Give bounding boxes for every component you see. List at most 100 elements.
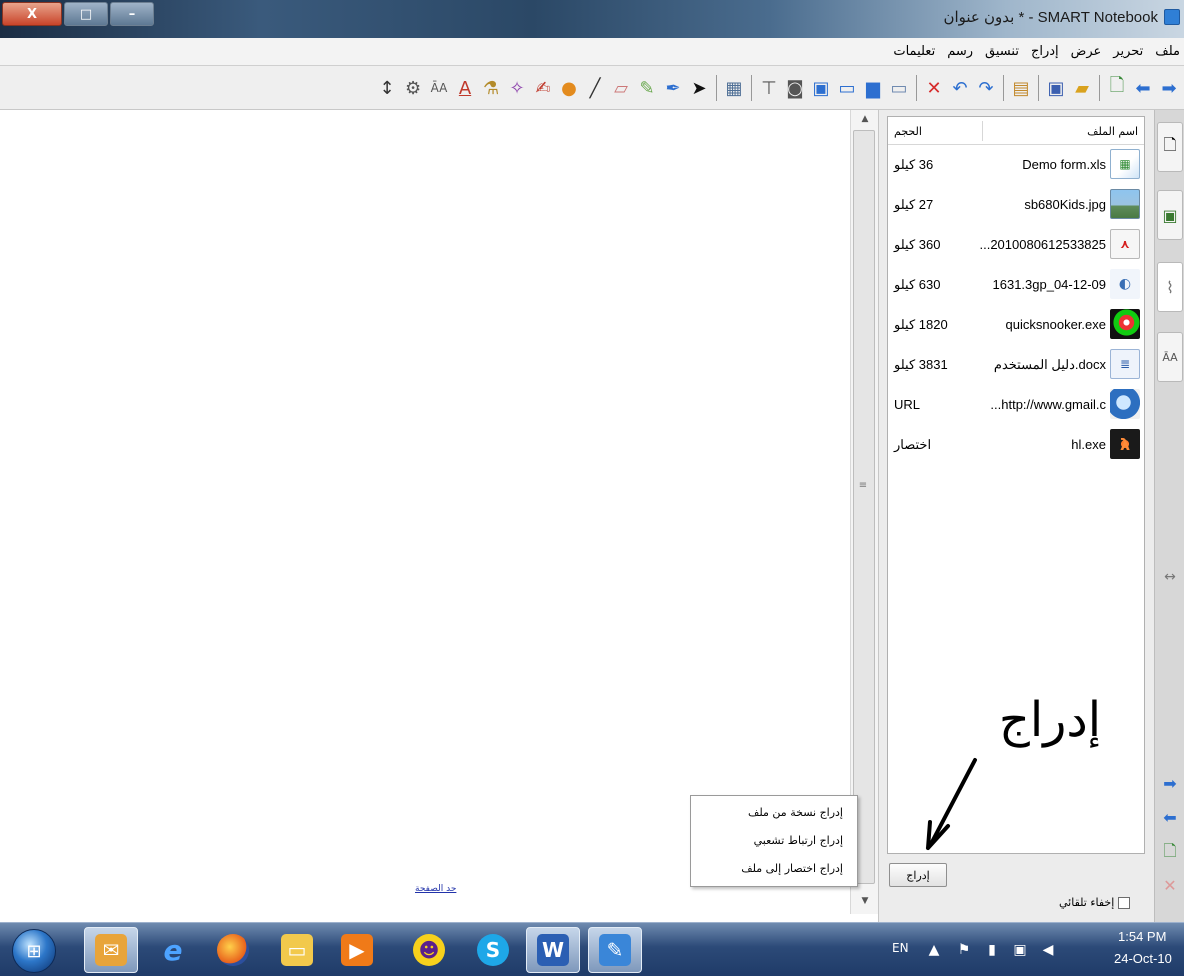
line-icon[interactable]: ╱: [584, 75, 606, 101]
menu-format[interactable]: تنسيق: [985, 44, 1019, 59]
file-size: URL: [894, 397, 921, 412]
show-hidden-icons-icon[interactable]: ▲: [924, 940, 944, 960]
table-icon[interactable]: ⊤: [758, 75, 780, 101]
shape-icon[interactable]: ●: [558, 75, 580, 101]
fill-icon[interactable]: ⚗: [480, 75, 502, 101]
canvas-scrollbar[interactable]: ▲ ≡ ▼: [850, 110, 878, 914]
insert-button[interactable]: إدراج: [889, 863, 947, 887]
word-icon: W: [537, 934, 569, 966]
forward-arrow-icon[interactable]: ➡: [1158, 75, 1180, 101]
column-divider[interactable]: [982, 121, 983, 141]
file-name: 1631.3gp_04-12-09: [992, 277, 1107, 292]
system-tray: EN ▲ ⚑ ▮ ▣ ◀ 1:54 PM 24-Oct-10: [854, 923, 1184, 976]
taskbar-app-word[interactable]: W: [526, 927, 580, 973]
back-arrow-icon[interactable]: ⬅: [1132, 75, 1154, 101]
taskbar-app-yahoo[interactable]: ☻: [402, 927, 456, 973]
list-item[interactable]: quicksnooker.exe 1820 كيلو: [888, 305, 1144, 345]
screen-display-icon[interactable]: ▭: [836, 75, 858, 101]
menu-draw[interactable]: رسم: [947, 44, 973, 59]
menu-insert-hyperlink[interactable]: إدراج ارتباط تشعبي: [691, 828, 857, 852]
file-name: ...2010080612533825: [979, 237, 1106, 252]
magic-pen-icon[interactable]: ✍: [532, 75, 554, 101]
scroll-down-icon[interactable]: ▼: [851, 896, 879, 914]
text-color-icon[interactable]: A: [454, 75, 476, 101]
delete-icon[interactable]: ✕: [923, 75, 945, 101]
start-button[interactable]: ⊞: [12, 929, 56, 973]
menu-view[interactable]: عرض: [1071, 44, 1102, 59]
previous-page-icon[interactable]: ⬅: [1157, 806, 1183, 828]
taskbar-app-ie[interactable]: e: [146, 927, 200, 973]
table-grid-icon[interactable]: ▦: [723, 75, 745, 101]
language-indicator[interactable]: EN: [892, 941, 909, 955]
open-folder-icon[interactable]: ▰: [1071, 75, 1093, 101]
list-item[interactable]: ⋏ ...2010080612533825 360 كيلو: [888, 225, 1144, 265]
minimize-window-button[interactable]: –: [110, 2, 154, 26]
clock-time[interactable]: 1:54 PM: [1118, 929, 1166, 944]
close-window-button[interactable]: X: [2, 2, 62, 26]
scrollbar-thumb[interactable]: [853, 130, 875, 884]
file-name: Demo form.xls: [1022, 157, 1106, 172]
clock-date[interactable]: 24-Oct-10: [1114, 951, 1172, 966]
maximize-window-button[interactable]: □: [64, 2, 108, 26]
list-item[interactable]: sb680Kids.jpg 27 كيلو: [888, 185, 1144, 225]
select-pointer-icon[interactable]: ➤: [688, 75, 710, 101]
undo-icon[interactable]: ↶: [949, 75, 971, 101]
taskbar-app-firefox[interactable]: [206, 927, 260, 973]
properties-icon[interactable]: ĀA: [1157, 332, 1183, 382]
action-center-icon[interactable]: ⚑: [954, 940, 974, 960]
magic-wand-icon[interactable]: ✧: [506, 75, 528, 101]
taskbar-app-explorer[interactable]: ▭: [270, 927, 324, 973]
column-size[interactable]: الحجم: [894, 125, 922, 138]
autohide-checkbox[interactable]: [1118, 896, 1131, 909]
delete-page-icon[interactable]: ✕: [1157, 874, 1183, 896]
file-size: 360 كيلو: [894, 237, 941, 252]
network-icon[interactable]: ▣: [1010, 940, 1030, 960]
attachments-panel: اسم الملف الحجم ▦ Demo form.xls 36 كيلو …: [878, 110, 1154, 922]
screen-capture-icon[interactable]: ▣: [810, 75, 832, 101]
menu-edit[interactable]: تحرير: [1113, 44, 1143, 59]
save-icon[interactable]: ▣: [1045, 75, 1067, 101]
properties-icon[interactable]: ⚙: [402, 75, 424, 101]
pen-icon[interactable]: ✒: [662, 75, 684, 101]
toolbar-buttons: ➡ ⬅ 🗋 ▰ ▣ ▤ ↷ ↶ ✕ ▭ ▆ ▭ ▣ ◙ ⊤ ▦ ➤ ✒ ✎ ▱: [376, 72, 1180, 104]
screen-shade-icon[interactable]: ▭: [888, 75, 910, 101]
paste-icon[interactable]: ▤: [1010, 75, 1032, 101]
taskbar-app-skype[interactable]: S: [466, 927, 520, 973]
power-icon[interactable]: ▮: [982, 940, 1002, 960]
creative-pen-icon[interactable]: ✎: [636, 75, 658, 101]
add-page-icon[interactable]: 🗋: [1157, 841, 1183, 864]
toolbar-separator: [1038, 75, 1039, 101]
list-item[interactable]: ◐ 1631.3gp_04-12-09 630 كيلو: [888, 265, 1144, 305]
column-filename[interactable]: اسم الملف: [1087, 125, 1138, 138]
list-item[interactable]: ...http://www.gmail.c URL: [888, 385, 1144, 425]
document-camera-icon[interactable]: ◙: [784, 75, 806, 101]
menu-file[interactable]: ملف: [1155, 44, 1180, 59]
autohide-option[interactable]: إخفاء تلقائي: [1059, 896, 1131, 909]
more-options-icon[interactable]: ↕: [376, 75, 398, 101]
menu-insert[interactable]: إدراج: [1031, 44, 1059, 59]
taskbar-app-outlook[interactable]: ✉: [84, 927, 138, 973]
file-size: 27 كيلو: [894, 197, 934, 212]
redo-icon[interactable]: ↷: [975, 75, 997, 101]
volume-icon[interactable]: ◀: [1038, 940, 1058, 960]
new-page-icon[interactable]: 🗋: [1106, 75, 1128, 101]
text-format-icon[interactable]: ĀA: [428, 75, 450, 101]
next-page-icon[interactable]: ➡: [1157, 772, 1183, 794]
list-item[interactable]: ≣ دليل المستخدم.docx 3831 كيلو: [888, 345, 1144, 385]
video-file-icon: ◐: [1110, 269, 1140, 299]
eraser-icon[interactable]: ▱: [610, 75, 632, 101]
taskbar-app-media[interactable]: ▶: [330, 927, 384, 973]
page-border-link[interactable]: حد الصفحة: [415, 884, 456, 894]
attachments-icon[interactable]: ⌇: [1157, 262, 1183, 312]
resize-icon[interactable]: ↔: [1157, 566, 1183, 588]
page-sorter-icon[interactable]: 🗋: [1157, 122, 1183, 172]
menu-insert-file-copy[interactable]: إدراج نسخة من ملف: [691, 800, 857, 824]
gallery-icon[interactable]: ▣: [1157, 190, 1183, 240]
list-item[interactable]: ▦ Demo form.xls 36 كيلو: [888, 145, 1144, 185]
list-item[interactable]: λ hl.exe اختصار: [888, 425, 1144, 465]
explorer-icon: ▭: [281, 934, 313, 966]
menu-insert-shortcut[interactable]: إدراج اختصار إلى ملف: [691, 856, 857, 880]
screen-monitor-icon[interactable]: ▆: [862, 75, 884, 101]
taskbar-app-smart-notebook[interactable]: ✎: [588, 927, 642, 973]
menu-help[interactable]: تعليمات: [893, 44, 935, 59]
